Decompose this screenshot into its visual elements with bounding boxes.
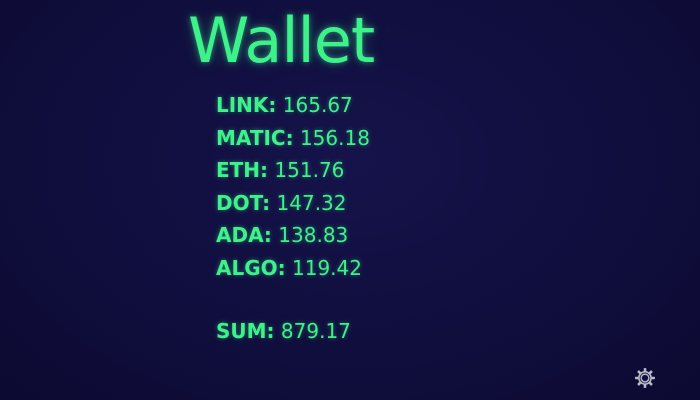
holding-value: 151.76	[274, 158, 345, 183]
holding-symbol: ALGO:	[216, 255, 286, 280]
sum-row: SUM: 879.17	[216, 315, 351, 347]
settings-button[interactable]	[633, 366, 657, 390]
holding-value: 147.32	[276, 190, 347, 215]
holding-row-eth: ETH: 151.76	[216, 154, 370, 187]
holding-symbol: DOT:	[216, 190, 271, 215]
gear-icon	[635, 368, 655, 388]
holdings-list: LINK: 165.67 MATIC: 156.18 ETH: 151.76 D…	[216, 89, 370, 285]
holding-row-ada: ADA: 138.83	[216, 219, 370, 252]
holding-row-matic: MATIC: 156.18	[216, 122, 370, 155]
holding-row-link: LINK: 165.67	[216, 89, 370, 122]
sum-label: SUM:	[216, 319, 275, 343]
holding-value: 156.18	[299, 125, 370, 150]
sum-value: 879.17	[280, 319, 351, 343]
holding-symbol: LINK:	[216, 93, 277, 117]
holding-row-algo: ALGO: 119.42	[216, 252, 370, 285]
holding-value: 138.83	[278, 223, 349, 248]
holding-symbol: MATIC:	[216, 125, 294, 150]
holding-symbol: ADA:	[216, 223, 272, 248]
holding-value: 119.42	[292, 255, 362, 280]
page-title: Wallet	[188, 4, 375, 77]
holding-symbol: ETH:	[216, 158, 269, 183]
holding-value: 165.67	[282, 93, 353, 117]
holding-row-dot: DOT: 147.32	[216, 187, 370, 220]
